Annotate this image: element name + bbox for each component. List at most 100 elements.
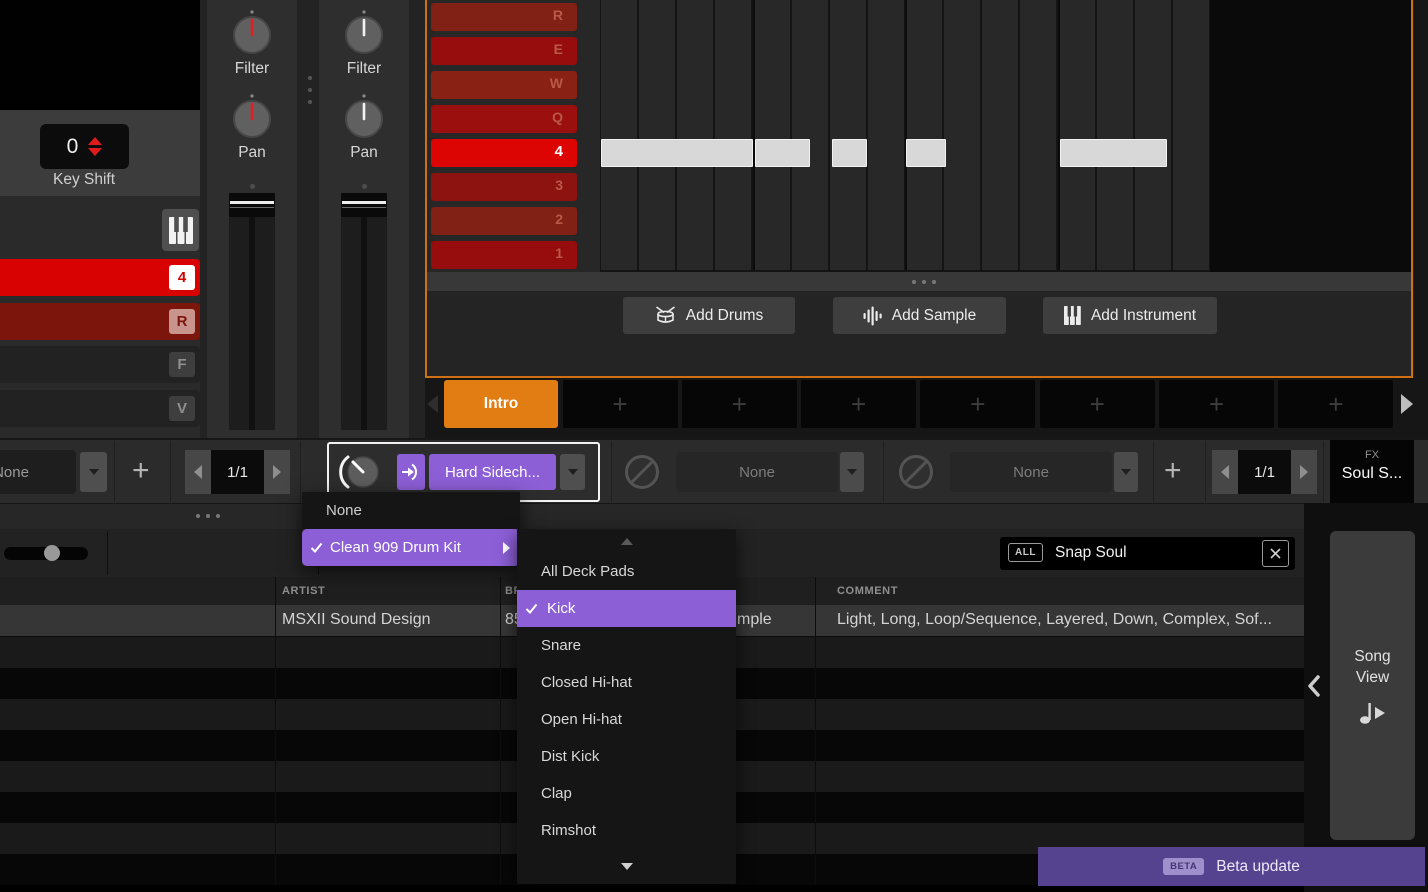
- filter-knob[interactable]: [230, 8, 274, 56]
- grid-step-column[interactable]: [754, 0, 790, 270]
- fx-page-prev-button[interactable]: [1212, 450, 1238, 494]
- scene-tab-intro[interactable]: Intro: [444, 380, 558, 428]
- fx-slot-3-selector[interactable]: None: [950, 452, 1112, 492]
- scene-tab-add-1[interactable]: +: [563, 380, 678, 428]
- sequencer-note[interactable]: [906, 139, 946, 167]
- song-view-button[interactable]: Song View: [1330, 531, 1415, 840]
- add-fx-button[interactable]: +: [1164, 456, 1182, 486]
- sequencer-note[interactable]: [1060, 139, 1167, 167]
- left-deck-fx-page-next-button[interactable]: [264, 450, 290, 494]
- sequencer-scrollbar[interactable]: [427, 272, 1412, 291]
- menu-scroll-up-icon[interactable]: [621, 538, 633, 545]
- track-badge-V[interactable]: V: [169, 396, 195, 421]
- filter-knob[interactable]: [342, 8, 386, 56]
- fx-display-box[interactable]: FX Soul S...: [1330, 440, 1414, 503]
- volume-fader[interactable]: [341, 196, 387, 430]
- add-instrument-button[interactable]: Add Instrument: [1043, 297, 1217, 334]
- scene-tab-add-3[interactable]: +: [801, 380, 916, 428]
- beta-update-button[interactable]: BETA Beta update: [1038, 847, 1425, 886]
- search-input[interactable]: Snap Soul: [1055, 544, 1127, 562]
- pad-menu-item-all-deck-pads[interactable]: All Deck Pads: [517, 553, 736, 590]
- volume-fader-handle[interactable]: [341, 193, 387, 217]
- sequencer-note[interactable]: [755, 139, 810, 167]
- step-sequencer-grid[interactable]: [600, 0, 1210, 272]
- left-deck-fx-dropdown-button[interactable]: [80, 452, 107, 492]
- search-filter-badge[interactable]: ALL: [1008, 543, 1043, 562]
- deck-pad-row-2[interactable]: 2: [431, 207, 577, 235]
- key-shift-stepper[interactable]: 0: [40, 124, 129, 169]
- pan-knob[interactable]: [230, 92, 274, 140]
- fx-slot-2-selector[interactable]: None: [676, 452, 838, 492]
- grid-step-column[interactable]: [1173, 0, 1209, 270]
- volume-fader[interactable]: [229, 196, 275, 430]
- fx-slot-2-knob-disabled[interactable]: [620, 450, 664, 494]
- add-drums-button[interactable]: Add Drums: [623, 297, 795, 334]
- column-header-comment[interactable]: COMMENT: [837, 585, 898, 597]
- pad-menu-item-closed-hi-hat[interactable]: Closed Hi-hat: [517, 664, 736, 701]
- fx-slot-1-dropdown-button[interactable]: [560, 454, 585, 490]
- library-search-box[interactable]: ALL Snap Soul: [1000, 537, 1295, 570]
- track-row-4[interactable]: 4: [0, 259, 200, 296]
- deck-pad-row-1[interactable]: 1: [431, 241, 577, 269]
- pad-menu-item-rimshot[interactable]: Rimshot: [517, 812, 736, 849]
- key-shift-down-icon[interactable]: [88, 148, 102, 156]
- track-badge-4[interactable]: 4: [169, 265, 195, 290]
- pad-menu-item-snare[interactable]: Snare: [517, 627, 736, 664]
- deck-pad-row-4[interactable]: 4: [431, 139, 577, 167]
- library-resize-handle[interactable]: [0, 503, 1304, 529]
- search-clear-button[interactable]: [1262, 540, 1289, 567]
- scenes-scroll-left-icon[interactable]: [427, 395, 438, 413]
- fx-slot-3-dropdown-button[interactable]: [1114, 452, 1138, 492]
- grid-step-column[interactable]: [906, 0, 942, 270]
- grid-step-column[interactable]: [715, 0, 751, 270]
- fx-slot-1-knob[interactable]: [334, 446, 388, 498]
- sequencer-note[interactable]: [601, 139, 753, 167]
- deck-pad-row-W[interactable]: W: [431, 71, 577, 99]
- deck-pad-row-E[interactable]: E: [431, 37, 577, 65]
- collapse-panel-chevron-icon[interactable]: [1306, 674, 1322, 698]
- grid-step-column[interactable]: [868, 0, 904, 270]
- add-sample-button[interactable]: Add Sample: [833, 297, 1006, 334]
- sequencer-scroll-handle-icon[interactable]: [912, 280, 936, 284]
- grid-step-column[interactable]: [792, 0, 828, 270]
- menu-item-clean-909-drum-kit[interactable]: Clean 909 Drum Kit: [302, 529, 520, 566]
- track-badge-F[interactable]: F: [169, 352, 195, 377]
- deck-pad-row-3[interactable]: 3: [431, 173, 577, 201]
- grid-step-column[interactable]: [1135, 0, 1171, 270]
- menu-item-none[interactable]: None: [302, 492, 520, 529]
- grid-step-column[interactable]: [601, 0, 637, 270]
- scenes-scroll-right-icon[interactable]: [1401, 394, 1413, 414]
- grid-step-column[interactable]: [1059, 0, 1095, 270]
- grid-step-column[interactable]: [982, 0, 1018, 270]
- fx-slot-3-knob-disabled[interactable]: [894, 450, 938, 494]
- volume-fader-handle[interactable]: [229, 193, 275, 217]
- grid-step-column[interactable]: [1020, 0, 1056, 270]
- track-row-V[interactable]: V: [0, 390, 200, 427]
- grid-step-column[interactable]: [944, 0, 980, 270]
- deck-pad-row-Q[interactable]: Q: [431, 105, 577, 133]
- pad-menu-item-kick[interactable]: Kick: [517, 590, 736, 627]
- piano-view-button[interactable]: [162, 209, 199, 251]
- sequencer-note[interactable]: [832, 139, 867, 167]
- grid-step-column[interactable]: [1097, 0, 1133, 270]
- key-shift-up-icon[interactable]: [88, 137, 102, 145]
- scene-tab-add-7[interactable]: +: [1278, 380, 1393, 428]
- left-deck-fx-value[interactable]: None: [0, 450, 76, 494]
- scene-tab-add-4[interactable]: +: [920, 380, 1035, 428]
- strip-divider-handle[interactable]: [308, 76, 312, 104]
- scene-tab-add-2[interactable]: +: [682, 380, 797, 428]
- fx-page-next-button[interactable]: [1291, 450, 1317, 494]
- resize-handle-icon[interactable]: [196, 514, 220, 518]
- grid-step-column[interactable]: [639, 0, 675, 270]
- pad-menu-item-open-hi-hat[interactable]: Open Hi-hat: [517, 701, 736, 738]
- key-shift-arrows[interactable]: [88, 137, 102, 156]
- fx-slot-2-dropdown-button[interactable]: [840, 452, 864, 492]
- pad-menu-item-dist-kick[interactable]: Dist Kick: [517, 738, 736, 775]
- menu-scroll-down-icon[interactable]: [621, 863, 633, 870]
- fx-slot-1-selector[interactable]: Hard Sidech...: [429, 454, 556, 490]
- track-badge-R[interactable]: R: [169, 309, 195, 334]
- deck-pad-row-R[interactable]: R: [431, 3, 577, 31]
- scene-tab-add-5[interactable]: +: [1040, 380, 1155, 428]
- scene-tab-add-6[interactable]: +: [1159, 380, 1274, 428]
- fx-sidechain-input-button[interactable]: [397, 454, 425, 490]
